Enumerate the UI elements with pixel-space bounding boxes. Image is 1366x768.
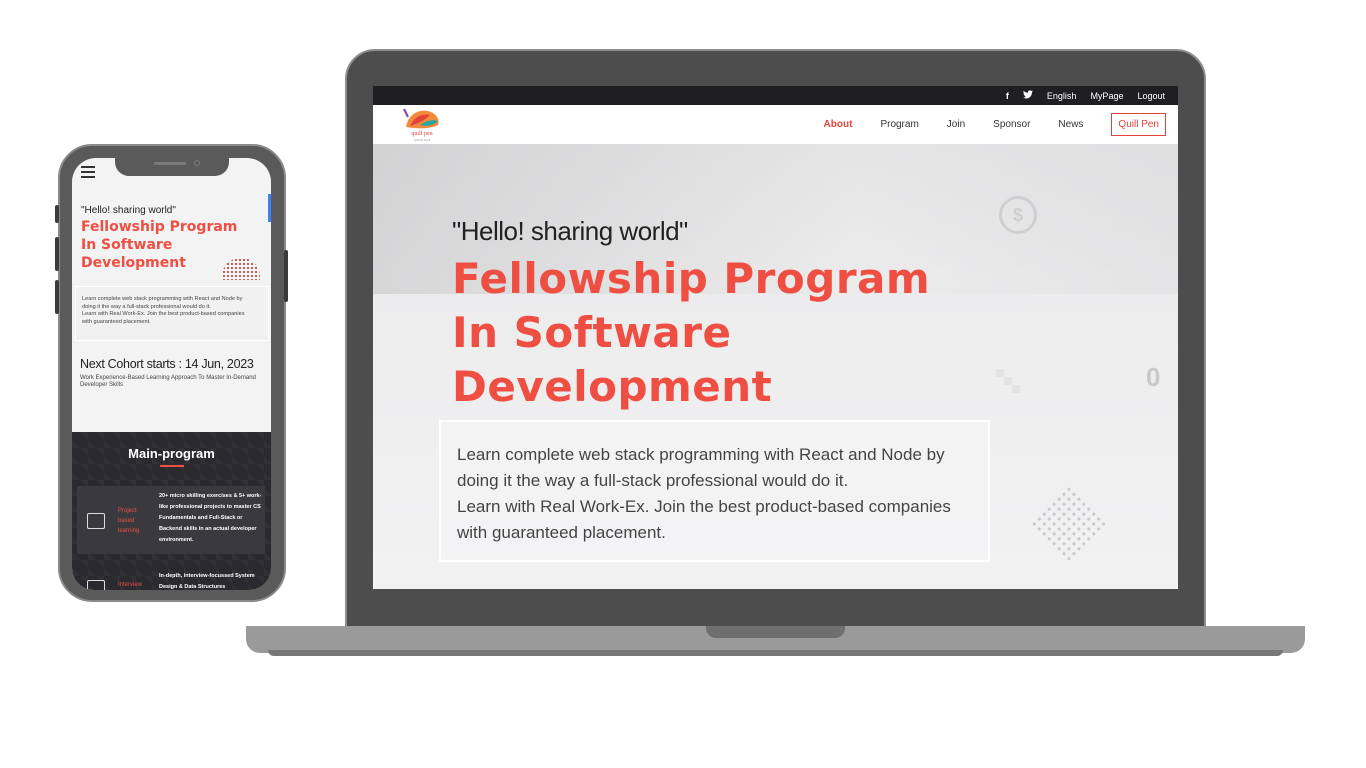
hamburger-menu-icon[interactable]: [81, 166, 95, 181]
phone-volume-down: [55, 280, 59, 314]
laptop-base-shadow: [268, 650, 1283, 656]
laptop-notch: [706, 626, 845, 638]
main-navbar: quill pen SINCE 2018 About Program Join …: [373, 105, 1178, 144]
phone-side-button: [55, 205, 59, 223]
hero-quote: "Hello! sharing world": [452, 216, 688, 246]
language-switch[interactable]: English: [1047, 91, 1077, 101]
mobile-hero-title-line: Fellowship Program: [81, 219, 238, 235]
mobile-hero-title-line: Development: [81, 255, 186, 271]
nav-item-join[interactable]: Join: [933, 119, 979, 130]
mobile-description-line: Learn complete web stack programming wit…: [82, 296, 243, 302]
phone-power-button: [284, 250, 288, 302]
mobile-hero-title: Fellowship Program In Software Developme…: [81, 218, 256, 272]
mobile-description-line: with guaranteed placement.: [82, 318, 151, 325]
nav-menu: About Program Join Sponsor News Quill Pe…: [810, 105, 1166, 144]
nav-item-about[interactable]: About: [810, 119, 867, 130]
quill-pen-button[interactable]: Quill Pen: [1111, 113, 1166, 136]
hero-title-line: Development: [452, 362, 773, 411]
interview-board-icon: [87, 580, 105, 590]
nav-item-program[interactable]: Program: [866, 119, 932, 130]
nav-item-news[interactable]: News: [1044, 119, 1097, 130]
phone-notch: [115, 156, 229, 176]
feather-logo-icon: [403, 108, 439, 129]
main-program-title: Main-program: [128, 446, 215, 461]
scroll-indicator: [268, 194, 271, 222]
program-card-text: 20+ micro skilling exercises & 5+ work-l…: [159, 493, 262, 543]
zero-deco-icon: 0: [1146, 362, 1161, 392]
logo-wordmark: quill pen: [411, 131, 433, 137]
title-underline: [160, 465, 184, 467]
hero-description-line: doing it the way a full-stack profession…: [457, 471, 849, 490]
mobile-hero-quote: "Hello! sharing world": [81, 205, 176, 216]
hero-description-line: with guaranteed placement.: [457, 523, 666, 542]
hero-description-line: Learn complete web stack programming wit…: [457, 445, 945, 464]
hero-title-line: Fellowship Program: [452, 254, 931, 303]
next-cohort-title: Next Cohort starts : 14 Jun, 2023: [80, 357, 254, 371]
mypage-link[interactable]: MyPage: [1090, 91, 1123, 101]
dollar-icon: $: [999, 196, 1037, 234]
phone-volume-up: [55, 237, 59, 271]
hero-description-box: Learn complete web stack programming wit…: [439, 420, 990, 562]
mobile-hero-description-box: Learn complete web stack programming wit…: [75, 286, 269, 341]
mobile-description-line: doing it the way a full-stack profession…: [82, 303, 211, 310]
quill-pen-logo[interactable]: quill pen SINCE 2018: [400, 107, 444, 142]
program-card-text: In-depth, interview-focussed System Desi…: [159, 573, 255, 590]
project-board-icon: [87, 513, 105, 529]
phone-speaker: [154, 162, 186, 165]
hero-description-line: Learn with Real Work-Ex. Join the best p…: [457, 497, 951, 516]
hero-title-line: In Software: [452, 308, 732, 357]
program-card-label: Project based learning: [118, 508, 140, 534]
logout-link[interactable]: Logout: [1137, 91, 1165, 101]
hero-title: Fellowship Program In Software Developme…: [452, 252, 1012, 414]
program-card-label: Interview: [118, 582, 143, 588]
nav-item-sponsor[interactable]: Sponsor: [979, 119, 1044, 130]
facebook-icon[interactable]: f: [1006, 91, 1009, 101]
mobile-hero-title-line: In Software: [81, 237, 173, 253]
laptop-screen: f English MyPage Logout quill pen SINCE …: [373, 86, 1178, 589]
logo-since: SINCE 2018: [413, 138, 431, 142]
mobile-description-line: Learn with Real Work-Ex. Join the best p…: [82, 311, 245, 317]
twitter-icon[interactable]: [1022, 90, 1033, 101]
next-cohort-subtitle: Work Experience-Based Learning Approach …: [80, 375, 256, 388]
phone-camera-icon: [194, 160, 200, 166]
phone-screen: "Hello! sharing world" Fellowship Progra…: [72, 158, 271, 590]
top-utility-bar: f English MyPage Logout: [373, 86, 1178, 105]
